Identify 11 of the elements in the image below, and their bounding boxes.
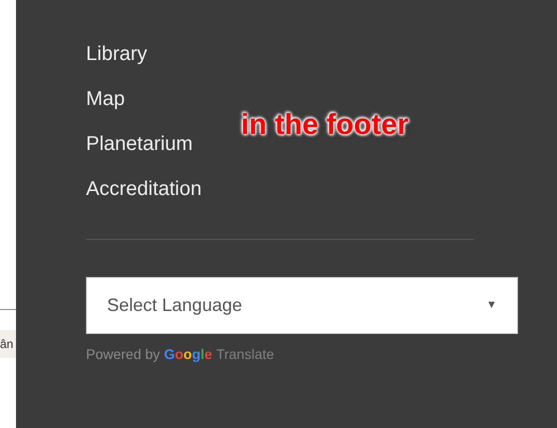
powered-by-text: Powered by xyxy=(86,345,160,364)
translate-text: Translate xyxy=(216,345,274,364)
annotation-label: in the footer xyxy=(241,108,409,143)
text-fragment: ân xyxy=(0,336,14,353)
footer-link[interactable]: Accreditation xyxy=(86,176,202,203)
footer-link[interactable]: Library xyxy=(86,41,148,68)
footer-link[interactable]: Map xyxy=(86,86,125,113)
caret-icon: ▼ xyxy=(486,297,497,314)
language-select[interactable]: Select Language ▼ xyxy=(86,277,518,334)
footer-link[interactable]: Planetarium xyxy=(86,131,193,158)
google-logo: Google xyxy=(164,345,212,364)
